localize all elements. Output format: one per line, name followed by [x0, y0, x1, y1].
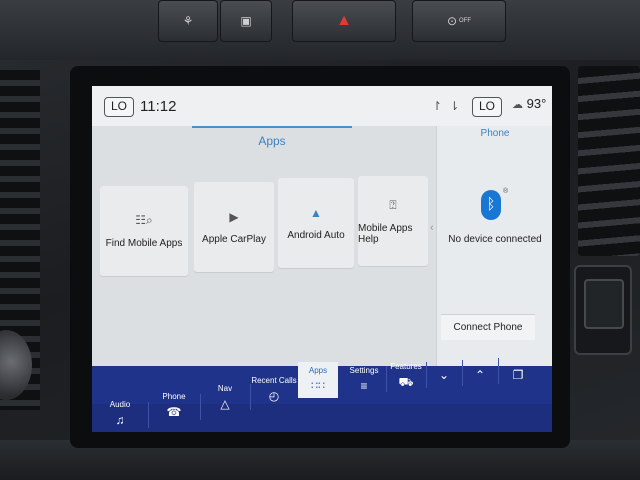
nav-scroll-up[interactable]: ⌃	[462, 358, 498, 382]
right-storage-slot	[574, 265, 632, 355]
nav-apps[interactable]: Apps ∷∷	[298, 362, 338, 398]
nav-label: Apps	[308, 366, 328, 375]
nav-cards[interactable]: ❐	[498, 356, 538, 382]
tile-label: Android Auto	[287, 229, 345, 241]
nav-label: Recent Calls	[251, 376, 297, 385]
nav-phone[interactable]: Phone ☎	[148, 392, 200, 419]
tile-android-auto[interactable]: ▲ Android Auto	[278, 178, 354, 268]
bluetooth-icon: ᛒ	[481, 190, 501, 220]
hw-button-camera[interactable]: ▣	[220, 0, 272, 42]
traction-off-icon: ⊙	[446, 14, 458, 28]
nav-scroll-down[interactable]: ⌄	[426, 360, 462, 382]
registered-mark-icon: ®	[503, 188, 509, 195]
right-air-vent	[578, 66, 640, 256]
left-climate-button[interactable]: LO	[104, 97, 135, 117]
phone-panel: Phone ᛒ ® No device connected Connect Ph…	[436, 126, 552, 366]
tile-find-mobile-apps[interactable]: ☷⌕ Find Mobile Apps	[100, 186, 188, 276]
nav-settings[interactable]: Settings ≡	[342, 366, 386, 393]
music-note-icon: ♫	[115, 413, 125, 427]
traction-off-label: OFF	[459, 18, 472, 24]
nav-navigation[interactable]: Nav △	[200, 384, 250, 411]
truck-icon: ⛟	[398, 375, 414, 389]
outside-temperature: 93°	[526, 96, 547, 111]
hazard-button[interactable]: ▲	[292, 0, 396, 42]
nav-label: Audio	[109, 400, 131, 409]
tile-apple-carplay[interactable]: ▶︎ Apple CarPlay	[194, 182, 274, 272]
apps-grid-icon: ∷∷	[311, 380, 325, 392]
nav-label: Nav	[217, 384, 233, 393]
traction-off-button[interactable]: ⊙ OFF	[412, 0, 506, 42]
phone-icon: ☎	[166, 405, 182, 419]
status-icons: ↾ ⇂	[432, 99, 462, 113]
recent-calls-icon: ◴	[268, 389, 280, 403]
help-icon: ⍰	[389, 197, 397, 212]
search-apps-icon: ☷⌕	[135, 213, 153, 227]
tile-label: Find Mobile Apps	[105, 238, 183, 249]
tile-label: Apple CarPlay	[202, 233, 266, 245]
clock: 11:12	[140, 98, 177, 115]
hw-button-seatbelt[interactable]: ⚘	[158, 0, 218, 42]
phone-status: No device connected	[448, 234, 542, 245]
hazard-icon: ▲	[336, 12, 352, 29]
cloud-icon: ☁	[512, 99, 523, 111]
right-climate-button[interactable]: LO	[472, 97, 503, 117]
android-auto-icon: ▲	[310, 205, 322, 220]
cards-icon: ❐	[512, 368, 524, 382]
tile-label: Mobile Apps Help	[358, 222, 413, 245]
weather-readout: ☁ 93°	[512, 96, 546, 111]
nav-features[interactable]: Features ⛟	[386, 362, 426, 391]
carplay-icon: ▶︎	[229, 209, 239, 224]
apps-panel: Apps ☷⌕ Find Mobile Apps ▶︎ Apple CarPla…	[92, 126, 436, 366]
bottom-navbar: Audio ♫ Phone ☎ Nav △ Recent Calls ◴ App…	[92, 358, 552, 432]
scroll-left-icon[interactable]: ‹	[430, 222, 434, 234]
nav-label: Phone	[162, 392, 186, 401]
nav-audio[interactable]: Audio ♫	[92, 400, 148, 427]
connect-phone-button[interactable]: Connect Phone	[441, 314, 535, 340]
apps-title: Apps	[192, 126, 352, 152]
tile-mobile-apps-help[interactable]: ⍰ Mobile Apps Help	[358, 176, 428, 266]
dashboard: ⚘ ▣ ▲ ⊙ OFF LO 11:12 ↾ ⇂ LO ☁ 93° Apps ☷…	[0, 0, 640, 480]
status-bar: LO 11:12 ↾ ⇂ LO ☁ 93°	[92, 86, 552, 126]
nav-label: Features	[390, 362, 422, 371]
chevron-down-icon: ⌄	[438, 368, 450, 382]
navigation-icon: △	[220, 397, 230, 411]
camera-icon: ▣	[240, 14, 252, 28]
infotainment-screen: LO 11:12 ↾ ⇂ LO ☁ 93° Apps ☷⌕ Find Mobil…	[92, 86, 552, 432]
chevron-up-icon: ⌃	[474, 368, 486, 382]
phone-title: Phone	[480, 128, 510, 139]
settings-sliders-icon: ≡	[360, 379, 368, 393]
seat-belt-icon: ⚘	[182, 14, 194, 28]
nav-label: Settings	[349, 366, 379, 375]
nav-recent-calls[interactable]: Recent Calls ◴	[250, 376, 298, 403]
